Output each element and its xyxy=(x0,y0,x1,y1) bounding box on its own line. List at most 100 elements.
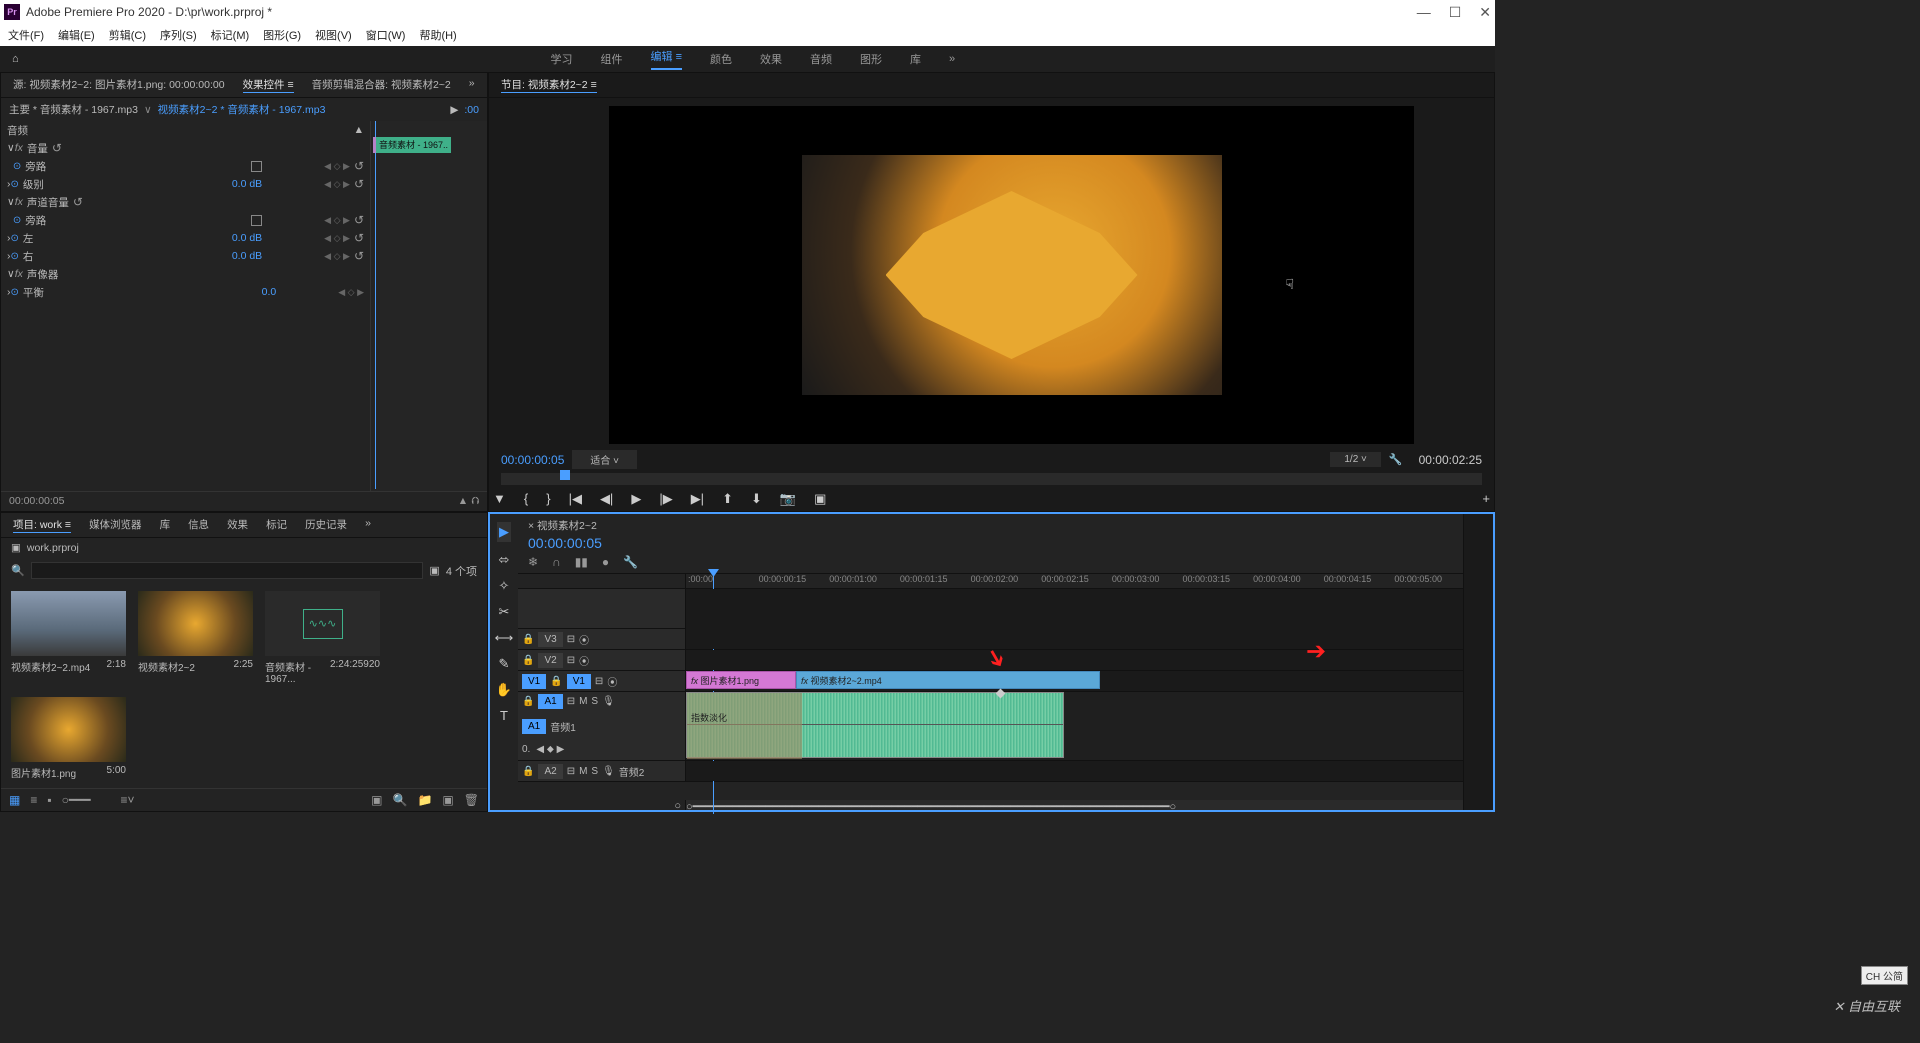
snap-icon[interactable]: ❄ xyxy=(528,555,538,569)
reset-icon[interactable]: ↺ xyxy=(354,213,364,227)
tab-markers[interactable]: 标记 xyxy=(266,517,287,533)
sort-icon[interactable]: ≡˅ xyxy=(121,793,135,807)
track-a2-header[interactable]: 🔒A2⊟MS🎙音频2 xyxy=(518,761,686,781)
minimize-icon[interactable]: — xyxy=(1417,4,1431,21)
reset-icon[interactable]: ↺ xyxy=(354,231,364,245)
track-v2-header[interactable]: 🔒V2⊟⦿ xyxy=(518,650,686,670)
ws-effects[interactable]: 效果 xyxy=(760,51,782,67)
new-bin-icon[interactable]: 📁 xyxy=(417,793,432,807)
lock-icon[interactable]: 🔒 xyxy=(522,634,534,645)
ws-assembly[interactable]: 组件 xyxy=(601,51,623,67)
project-item[interactable]: 视频素材2~22:25 xyxy=(138,591,253,685)
stopwatch-icon[interactable]: ⊙ xyxy=(11,233,19,244)
menu-clip[interactable]: 剪辑(C) xyxy=(109,27,146,43)
track-v3-header[interactable]: 🔒V3⊟⦿ xyxy=(518,629,686,649)
ws-more[interactable]: » xyxy=(949,53,955,65)
step-fwd-icon[interactable]: |▶ xyxy=(659,491,672,507)
tab-project[interactable]: 项目: work ≡ xyxy=(13,517,71,533)
stopwatch-icon[interactable]: ⊙ xyxy=(11,179,19,190)
marker-icon[interactable]: ▼ xyxy=(493,491,506,507)
track-v2[interactable] xyxy=(686,650,1463,670)
compare-icon[interactable]: ▣ xyxy=(814,491,826,507)
program-tc-left[interactable]: 00:00:00:05 xyxy=(501,453,564,467)
menu-sequence[interactable]: 序列(S) xyxy=(160,27,197,43)
bypass-checkbox[interactable] xyxy=(251,215,262,226)
ec-right-val[interactable]: 0.0 dB xyxy=(232,250,262,262)
menu-file[interactable]: 文件(F) xyxy=(8,27,44,43)
play-icon[interactable]: ▶ xyxy=(631,491,641,507)
reset-icon[interactable]: ↺ xyxy=(52,141,62,155)
hand-tool-icon[interactable]: ✋ xyxy=(496,682,512,698)
stopwatch-icon[interactable]: ⊙ xyxy=(13,161,21,172)
track-select-tool-icon[interactable]: ⬄ xyxy=(499,552,510,568)
menu-view[interactable]: 视图(V) xyxy=(315,27,352,43)
tab-effects[interactable]: 效果 xyxy=(227,517,248,533)
camera-icon[interactable]: 📷 xyxy=(780,491,796,507)
track-v1[interactable]: fx 图片素材1.png fx 视频素材2~2.mp4 xyxy=(686,671,1463,691)
panel-overflow[interactable]: » xyxy=(469,77,475,93)
clip-image[interactable]: fx 图片素材1.png xyxy=(686,671,796,689)
lock-icon[interactable]: 🔒 xyxy=(550,676,562,687)
wrench-icon[interactable]: 🔧 xyxy=(1389,453,1403,466)
menu-window[interactable]: 窗口(W) xyxy=(366,27,406,43)
track-a1[interactable]: 指数淡化 ➔ ➔ xyxy=(686,692,1463,760)
ws-editing[interactable]: 编辑 ≡ xyxy=(651,48,682,70)
tab-source[interactable]: 源: 视频素材2~2: 图片素材1.png: 00:00:00:00 xyxy=(13,77,225,93)
zoom-slider[interactable]: ○━━━ xyxy=(62,793,91,807)
selection-tool-icon[interactable]: ▶ xyxy=(497,522,511,542)
view-list-icon[interactable]: ▦ xyxy=(9,793,20,807)
ws-library[interactable]: 库 xyxy=(910,51,921,67)
ws-audio[interactable]: 音频 xyxy=(810,51,832,67)
link-icon[interactable]: ∩ xyxy=(552,555,561,569)
menu-graphics[interactable]: 图形(G) xyxy=(263,27,301,43)
ec-balance-val[interactable]: 0.0 xyxy=(262,286,277,298)
sequence-tab[interactable]: × 视频素材2~2 xyxy=(528,518,1453,533)
program-scrubber[interactable] xyxy=(501,473,1482,485)
tab-effect-controls[interactable]: 效果控件 ≡ xyxy=(243,77,294,93)
reset-icon[interactable]: ↺ xyxy=(73,195,83,209)
slip-tool-icon[interactable]: ⟷ xyxy=(495,630,514,646)
extract-icon[interactable]: ⬇ xyxy=(751,491,762,507)
project-item[interactable]: 图片素材1.png5:00 xyxy=(11,697,126,780)
close-icon[interactable]: ✕ xyxy=(1479,4,1491,21)
lift-icon[interactable]: ⬆ xyxy=(722,491,733,507)
tab-history[interactable]: 历史记录 xyxy=(305,517,347,533)
program-display[interactable]: ☟ xyxy=(609,106,1414,444)
step-back-icon[interactable]: ◀| xyxy=(600,491,613,507)
project-item[interactable]: ∿∿∿ 音频素材 - 1967...2:24:25920 xyxy=(265,591,380,685)
ec-panner[interactable]: 声像器 xyxy=(27,267,59,282)
breadcrumb[interactable]: work.prproj xyxy=(27,542,79,554)
track-v1-header[interactable]: V1🔒V1⊟⦿ xyxy=(518,671,686,691)
track-a1-header[interactable]: 🔒A1⊟MS🎙 A1音频1 0.◀ ⬥ ▶ xyxy=(518,692,686,760)
tag-icon[interactable]: ● xyxy=(602,555,609,569)
export-icon[interactable]: ▲ ⮉ xyxy=(458,495,479,508)
auto-seq-icon[interactable]: ▣ xyxy=(371,793,382,807)
tab-audio-mixer[interactable]: 音频剪辑混合器: 视频素材2~2 xyxy=(312,77,451,93)
timeline-tc[interactable]: 00:00:00:05 xyxy=(528,535,1453,551)
menu-marker[interactable]: 标记(M) xyxy=(211,27,250,43)
view-icon-icon[interactable]: ≡ xyxy=(30,793,37,807)
view-freeform-icon[interactable]: ▪ xyxy=(47,793,51,807)
goto-in-icon[interactable]: |◀ xyxy=(569,491,582,507)
home-icon[interactable]: ⌂ xyxy=(12,53,19,65)
ec-mini-timeline[interactable]: 音频素材 - 1967.. xyxy=(371,121,487,491)
add-button-icon[interactable]: + xyxy=(1482,491,1490,507)
track-v3[interactable] xyxy=(686,629,1463,649)
reset-icon[interactable]: ↺ xyxy=(354,159,364,173)
reset-icon[interactable]: ↺ xyxy=(354,177,364,191)
new-item-icon[interactable]: ▣ xyxy=(442,793,453,807)
tab-media-browser[interactable]: 媒体浏览器 xyxy=(89,517,142,533)
goto-out-icon[interactable]: ▶| xyxy=(691,491,704,507)
ec-level-val[interactable]: 0.0 dB xyxy=(232,178,262,190)
stopwatch-icon[interactable]: ⊙ xyxy=(13,215,21,226)
audio-fade-transition[interactable] xyxy=(687,693,802,759)
ws-learn[interactable]: 学习 xyxy=(551,51,573,67)
in-point-icon[interactable]: { xyxy=(524,491,528,507)
panel-overflow[interactable]: » xyxy=(365,517,371,533)
ec-clip-link[interactable]: 视频素材2~2 * 音频素材 - 1967.mp3 xyxy=(158,102,326,117)
tab-library[interactable]: 库 xyxy=(160,517,171,533)
marker-tl-icon[interactable]: ▮▮ xyxy=(575,555,588,569)
ws-color[interactable]: 颜色 xyxy=(710,51,732,67)
lock-icon[interactable]: 🔒 xyxy=(522,696,534,707)
tab-info[interactable]: 信息 xyxy=(188,517,209,533)
